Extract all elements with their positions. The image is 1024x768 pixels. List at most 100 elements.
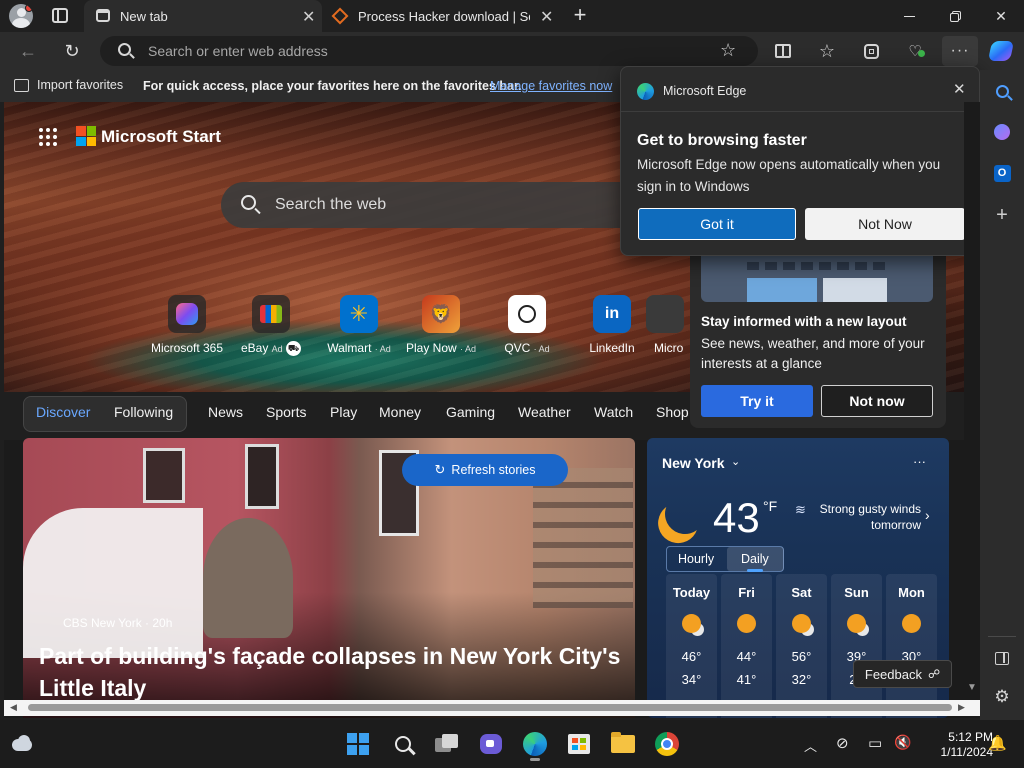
tab-process-hacker[interactable]: Process Hacker download | Sour ✕ (322, 0, 562, 32)
quick-link-play-now[interactable]: 🦁 Play Now · Ad (397, 295, 485, 355)
chevron-down-icon[interactable]: ⌄ (731, 455, 740, 468)
day-name: Fri (738, 585, 755, 600)
forecast-day[interactable]: Today 46° 34° (666, 574, 717, 718)
scroll-left-icon[interactable]: ◀ (10, 702, 17, 713)
quick-link-linkedin[interactable]: in LinkedIn (568, 295, 656, 355)
browser-essentials-button[interactable]: ♡ (900, 36, 930, 66)
edge-logo-icon (637, 83, 654, 100)
sidebar-add-button[interactable]: + (990, 203, 1014, 227)
settings-more-button[interactable]: ··· (942, 36, 978, 66)
address-input[interactable] (148, 40, 708, 62)
minimize-button[interactable] (886, 0, 932, 32)
close-window-button[interactable]: ✕ (978, 0, 1024, 32)
file-explorer-button[interactable] (608, 729, 638, 759)
network-offline-icon[interactable]: ⊘ (836, 734, 849, 752)
app-launcher-icon[interactable] (39, 128, 57, 146)
manage-favorites-link[interactable]: Manage favorites now (490, 79, 612, 93)
tab-shop[interactable]: Shop (656, 404, 689, 420)
copilot-button[interactable] (987, 38, 1015, 64)
favorite-star-icon[interactable]: ☆ (720, 40, 736, 61)
scroll-right-icon[interactable]: ▶ (958, 702, 965, 713)
address-bar[interactable]: ☆ (100, 36, 758, 66)
close-tab-icon[interactable]: ✕ (302, 7, 315, 27)
ad-badge: · Ad (460, 344, 477, 354)
system-clock[interactable]: 5:12 PM 1/11/2024 (923, 730, 994, 760)
chevron-right-icon[interactable]: › (925, 507, 930, 523)
notifications-bell-icon[interactable]: 🔔 (988, 734, 1007, 752)
try-it-button[interactable]: Try it (701, 385, 813, 417)
back-button[interactable]: ← (12, 35, 44, 67)
tab-new-tab[interactable]: New tab ✕ (84, 0, 322, 32)
refresh-stories-button[interactable]: ↻ Refresh stories (402, 454, 568, 486)
weather-alert[interactable]: Strong gusty winds tomorrow (813, 501, 921, 533)
edge-taskbar-button[interactable] (520, 729, 550, 761)
layout-popup-title: Stay informed with a new layout (701, 314, 907, 329)
quick-link-microsoft-365[interactable]: Microsoft 365 (143, 295, 231, 355)
feedback-button[interactable]: Feedback ☍ (853, 660, 952, 688)
edge-sidebar: O + ⚙ (980, 70, 1024, 720)
import-favorites-button[interactable]: Import favorites (14, 78, 123, 92)
tab-following[interactable]: Following (114, 404, 173, 420)
minimize-icon (903, 15, 915, 17)
profile-avatar[interactable] (9, 4, 33, 28)
story-headline[interactable]: Part of building's façade collapses in N… (39, 640, 629, 704)
tab-news[interactable]: News (208, 404, 243, 420)
tab-actions-icon[interactable] (52, 8, 68, 23)
sidebar-settings-button[interactable]: ⚙ (990, 685, 1014, 709)
refresh-button[interactable]: ↻ (56, 35, 88, 67)
split-screen-button[interactable] (768, 36, 798, 66)
taskbar-search-button[interactable] (388, 729, 418, 759)
tab-money[interactable]: Money (379, 404, 421, 420)
favorites-button[interactable]: ☆ (812, 36, 842, 66)
more-options-icon[interactable]: ··· (913, 454, 926, 469)
forecast-day[interactable]: Mon 30° 2 (886, 574, 937, 718)
horizontal-scroll-thumb[interactable] (28, 704, 952, 711)
new-tab-button[interactable]: + (568, 3, 592, 27)
sidebar-games-button[interactable] (990, 120, 1014, 144)
tab-watch[interactable]: Watch (594, 404, 633, 420)
quick-link-ebay[interactable]: eBay Ad ⛟ (227, 295, 315, 357)
web-search-box[interactable] (221, 182, 651, 228)
start-button[interactable] (343, 729, 373, 759)
new-tab-icon (96, 9, 110, 22)
task-view-button[interactable] (432, 729, 462, 759)
show-hidden-icons[interactable]: ︿ (804, 736, 817, 755)
tab-weather[interactable]: Weather (518, 404, 571, 420)
collections-button[interactable] (856, 36, 886, 66)
forecast-day[interactable]: Sat 56° 32° (776, 574, 827, 718)
restore-button[interactable] (932, 0, 978, 32)
plus-icon: + (996, 203, 1008, 226)
tab-daily[interactable]: Daily (741, 552, 769, 566)
teams-chat-button[interactable] (476, 729, 506, 759)
weather-location[interactable]: New York (662, 455, 725, 471)
web-search-input[interactable] (275, 194, 615, 216)
sunny-icon (737, 614, 756, 633)
quick-link-qvc[interactable]: QVC · Ad (483, 295, 571, 355)
quick-link-walmart[interactable]: ✳ Walmart · Ad (315, 295, 403, 355)
tab-sports[interactable]: Sports (266, 404, 306, 420)
volume-muted-icon[interactable]: 🔇 (894, 734, 911, 751)
chrome-button[interactable] (652, 729, 682, 759)
weather-widget-icon[interactable] (10, 733, 34, 753)
microsoft-store-button[interactable] (564, 729, 594, 759)
close-tab-icon[interactable]: ✕ (540, 7, 553, 27)
tab-gaming[interactable]: Gaming (446, 404, 495, 420)
sidebar-outlook-button[interactable]: O (990, 161, 1014, 185)
vertical-scrollbar[interactable]: ▼ (964, 102, 980, 698)
not-now-button[interactable]: Not Now (805, 208, 965, 240)
forecast-day[interactable]: Sun 39° 20 (831, 574, 882, 718)
tab-play[interactable]: Play (330, 404, 357, 420)
forecast-day[interactable]: Fri 44° 41° (721, 574, 772, 718)
scroll-down-icon[interactable]: ▼ (967, 682, 977, 693)
got-it-button[interactable]: Got it (638, 208, 796, 240)
close-popup-icon[interactable]: ✕ (953, 80, 966, 98)
sidebar-search-button[interactable] (990, 79, 1014, 103)
brand-title[interactable]: Microsoft Start (101, 127, 221, 147)
story-source: CBS New York · 20h (63, 616, 173, 630)
display-icon[interactable]: ▭ (868, 734, 882, 752)
not-now-layout-button[interactable]: Not now (821, 385, 933, 417)
tab-discover[interactable]: Discover (36, 404, 90, 420)
hide-sidebar-button[interactable] (990, 646, 1014, 670)
tab-hourly[interactable]: Hourly (678, 552, 714, 566)
quick-link-micro[interactable]: Micro (644, 295, 690, 355)
